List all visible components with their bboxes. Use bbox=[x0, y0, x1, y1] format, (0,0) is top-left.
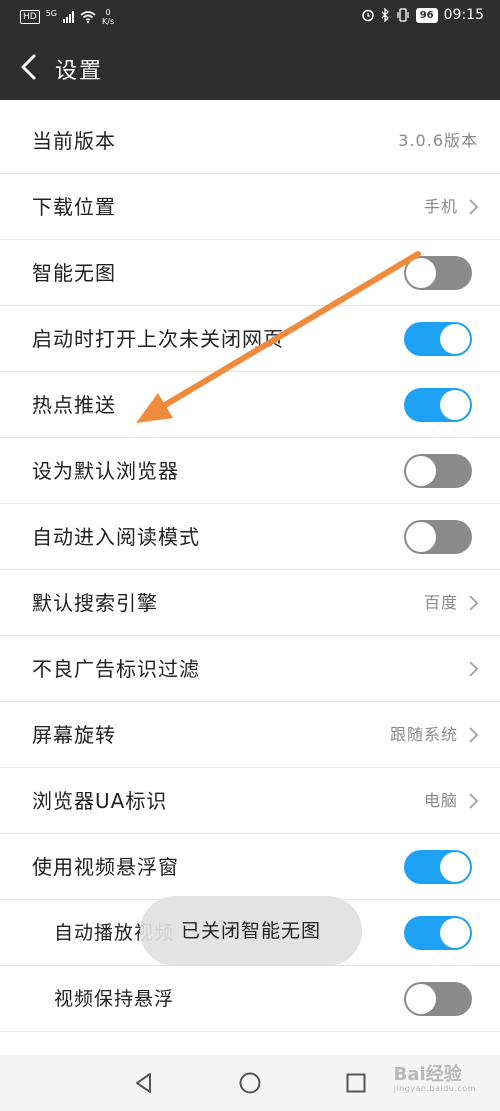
toggle-knob bbox=[440, 390, 470, 420]
setting-label: 自动进入阅读模式 bbox=[32, 525, 200, 549]
chevron-right-icon bbox=[469, 793, 479, 809]
toggle-restore-last-pages[interactable] bbox=[404, 322, 472, 356]
hd-badge: HD bbox=[20, 10, 40, 24]
setting-ua-identifier[interactable]: 浏览器UA标识 电脑 bbox=[0, 768, 500, 834]
baidu-watermark: Bai经验 jingyan.baidu.com bbox=[394, 1060, 476, 1093]
watermark-url: jingyan.baidu.com bbox=[393, 1084, 476, 1093]
network-speed: 0 K/s bbox=[102, 8, 115, 26]
chevron-right-icon bbox=[469, 595, 479, 611]
setting-label: 设为默认浏览器 bbox=[32, 459, 179, 483]
setting-label: 使用视频悬浮窗 bbox=[32, 855, 179, 879]
clock: 09:15 bbox=[443, 7, 484, 23]
watermark-text: Bai经验 bbox=[393, 1064, 462, 1085]
setting-label: 启动时打开上次未关闭网页 bbox=[32, 327, 284, 351]
setting-value: 百度 bbox=[423, 593, 458, 612]
toggle-knob bbox=[440, 852, 470, 882]
setting-keep-video-floating: 视频保持悬浮 bbox=[0, 966, 500, 1032]
setting-value: 跟随系统 bbox=[389, 725, 458, 744]
battery-icon: 96 bbox=[415, 7, 438, 23]
nav-home-icon[interactable] bbox=[238, 1071, 262, 1095]
setting-auto-reading-mode: 自动进入阅读模式 bbox=[0, 504, 500, 570]
setting-label: 屏幕旋转 bbox=[32, 723, 116, 747]
setting-ad-filter[interactable]: 不良广告标识过滤 bbox=[0, 636, 500, 702]
setting-value: 电脑 bbox=[423, 791, 458, 810]
setting-download-location[interactable]: 下载位置 手机 bbox=[0, 174, 500, 240]
setting-default-browser: 设为默认浏览器 bbox=[0, 438, 500, 504]
app-header: 设置 bbox=[0, 34, 500, 100]
wifi-icon bbox=[80, 11, 96, 23]
setting-screen-rotation[interactable]: 屏幕旋转 跟随系统 bbox=[0, 702, 500, 768]
toggle-knob bbox=[440, 324, 470, 354]
setting-label: 视频保持悬浮 bbox=[54, 988, 175, 1010]
nav-back-icon[interactable] bbox=[132, 1071, 156, 1095]
chevron-right-icon bbox=[469, 727, 479, 743]
setting-label: 热点推送 bbox=[32, 393, 116, 417]
setting-label: 不良广告标识过滤 bbox=[32, 657, 200, 681]
toggle-hot-push[interactable] bbox=[404, 388, 472, 422]
setting-label: 浏览器UA标识 bbox=[32, 789, 168, 813]
toggle-knob bbox=[406, 456, 436, 486]
setting-value: 手机 bbox=[423, 197, 458, 216]
toggle-keep-video-floating[interactable] bbox=[404, 982, 472, 1016]
status-bar: HD 5G 0 K/s 96 09:15 bbox=[0, 0, 500, 34]
setting-label: 默认搜索引擎 bbox=[32, 591, 158, 615]
toggle-auto-reading-mode[interactable] bbox=[404, 520, 472, 554]
setting-default-search-engine[interactable]: 默认搜索引擎 百度 bbox=[0, 570, 500, 636]
chevron-right-icon bbox=[469, 661, 479, 677]
setting-smart-no-image: 智能无图 bbox=[0, 240, 500, 306]
toggle-knob bbox=[406, 984, 436, 1014]
toggle-knob bbox=[406, 258, 436, 288]
toggle-knob bbox=[406, 522, 436, 552]
back-icon[interactable] bbox=[14, 50, 44, 84]
setting-label: 当前版本 bbox=[32, 129, 116, 153]
setting-hot-push: 热点推送 bbox=[0, 372, 500, 438]
bluetooth-icon bbox=[381, 8, 389, 22]
toast-message: 已关闭智能无图 bbox=[140, 896, 362, 966]
setting-label: 下载位置 bbox=[32, 195, 116, 219]
alarm-icon bbox=[361, 9, 374, 22]
vibrate-icon bbox=[397, 8, 409, 22]
toggle-default-browser[interactable] bbox=[404, 454, 472, 488]
toggle-autoplay-video[interactable] bbox=[404, 916, 472, 950]
setting-value: 3.0.6版本 bbox=[398, 131, 478, 150]
chevron-right-icon bbox=[469, 199, 479, 215]
network-type: 5G bbox=[45, 8, 57, 18]
setting-video-floating-window: 使用视频悬浮窗 bbox=[0, 834, 500, 900]
signal-icon bbox=[63, 11, 74, 23]
page-title: 设置 bbox=[55, 59, 104, 84]
nav-recent-icon[interactable] bbox=[344, 1071, 368, 1095]
setting-current-version: 当前版本 3.0.6版本 bbox=[0, 108, 500, 174]
toggle-smart-no-image[interactable] bbox=[404, 256, 472, 290]
toggle-knob bbox=[440, 918, 470, 948]
toggle-video-floating-window[interactable] bbox=[404, 850, 472, 884]
setting-restore-last-pages: 启动时打开上次未关闭网页 bbox=[0, 306, 500, 372]
setting-label: 智能无图 bbox=[32, 261, 116, 285]
